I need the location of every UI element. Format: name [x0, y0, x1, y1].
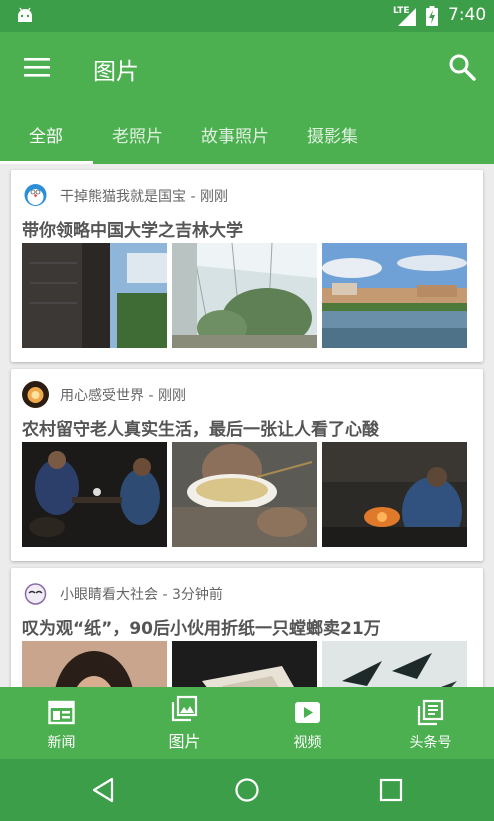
- android-icon: [18, 7, 32, 22]
- card-image[interactable]: [172, 641, 317, 687]
- back-icon[interactable]: [90, 776, 118, 804]
- battery-charging-icon: [426, 6, 438, 26]
- avatar: [22, 580, 49, 607]
- photo-feed[interactable]: 干掉熊猫我就是国宝 - 刚刚 带你领略中国大学之吉林大学 用心感受世界 - 刚刚…: [0, 164, 494, 687]
- app-bar: 图片: [0, 32, 494, 104]
- news-icon: [48, 700, 75, 725]
- card-title[interactable]: 农村留守老人真实生活，最后一张让人看了心酸: [22, 415, 379, 440]
- card-image[interactable]: [22, 641, 167, 687]
- tab-old-photos[interactable]: 老照片: [112, 122, 163, 147]
- video-icon: [295, 702, 320, 723]
- photo-library-icon: [171, 695, 198, 722]
- home-icon[interactable]: [233, 776, 261, 804]
- card-meta: 干掉熊猫我就是国宝 - 刚刚: [60, 189, 228, 205]
- card-title[interactable]: 带你领略中国大学之吉林大学: [22, 216, 243, 241]
- nav-label: 新闻: [47, 735, 76, 751]
- card-meta: 小眼睛看大社会 - 3分钟前: [60, 587, 223, 603]
- nav-toutiao-account[interactable]: 头条号: [369, 687, 492, 759]
- tab-all[interactable]: 全部: [29, 122, 63, 147]
- card-image[interactable]: [172, 442, 317, 547]
- status-bar: LTE 7:40: [0, 0, 494, 32]
- card-image[interactable]: [22, 243, 167, 348]
- avatar: [22, 381, 49, 408]
- card-title[interactable]: 叹为观“纸”，90后小伙用折纸一只螳螂卖21万: [22, 614, 381, 639]
- feed-card[interactable]: 小眼睛看大社会 - 3分钟前 叹为观“纸”，90后小伙用折纸一只螳螂卖21万: [11, 568, 483, 687]
- avatar: [22, 182, 49, 209]
- card-meta: 用心感受世界 - 刚刚: [60, 388, 186, 404]
- nav-label: 图片: [168, 732, 201, 751]
- search-icon[interactable]: [448, 53, 476, 81]
- menu-icon[interactable]: [24, 56, 50, 78]
- nav-photos[interactable]: 图片: [123, 687, 246, 759]
- card-image[interactable]: [322, 641, 467, 687]
- nav-label: 头条号: [409, 735, 452, 751]
- category-tabs: 全部 老照片 故事照片 摄影集: [0, 104, 494, 164]
- nav-news[interactable]: 新闻: [0, 687, 123, 759]
- card-image[interactable]: [322, 243, 467, 348]
- nav-label: 视频: [293, 735, 322, 751]
- recents-icon[interactable]: [377, 776, 405, 804]
- page-title: 图片: [93, 59, 139, 85]
- clock: 7:40: [448, 5, 487, 25]
- nav-video[interactable]: 视频: [246, 687, 369, 759]
- tab-story-photos[interactable]: 故事照片: [201, 122, 269, 147]
- library-books-icon: [417, 699, 444, 726]
- card-image[interactable]: [322, 442, 467, 547]
- card-image[interactable]: [172, 243, 317, 348]
- system-navigation-bar: [0, 759, 494, 821]
- feed-card[interactable]: 干掉熊猫我就是国宝 - 刚刚 带你领略中国大学之吉林大学: [11, 170, 483, 362]
- bottom-navigation: 新闻 图片 视频 头条号: [0, 687, 494, 759]
- lte-signal-icon: [398, 8, 416, 26]
- card-image[interactable]: [22, 442, 167, 547]
- feed-card[interactable]: 用心感受世界 - 刚刚 农村留守老人真实生活，最后一张让人看了心酸: [11, 369, 483, 561]
- tab-photo-collection[interactable]: 摄影集: [307, 122, 358, 147]
